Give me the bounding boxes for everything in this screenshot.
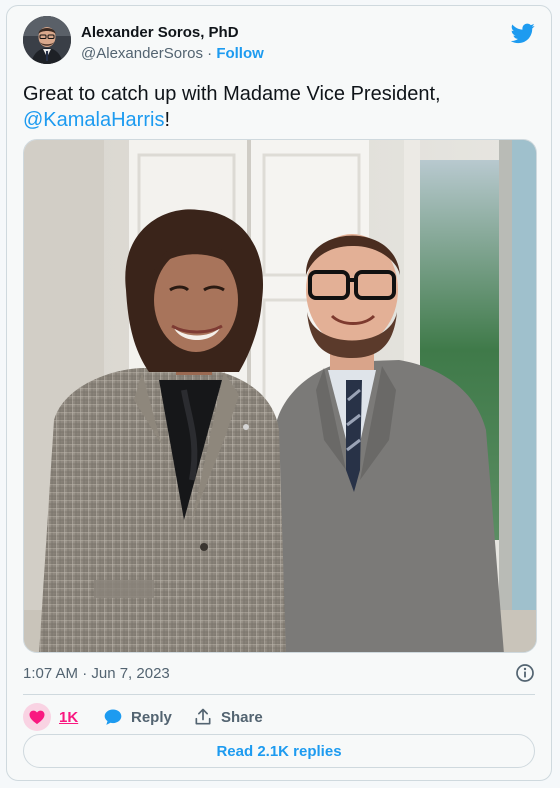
share-icon xyxy=(195,708,211,725)
photo-image xyxy=(24,140,536,652)
reply-button[interactable]: Reply xyxy=(103,703,172,731)
read-replies-button[interactable]: Read 2.1K replies xyxy=(23,734,535,768)
info-icon[interactable] xyxy=(515,663,535,683)
avatar-image xyxy=(23,16,71,64)
like-button[interactable]: 1K xyxy=(23,703,78,731)
share-label: Share xyxy=(221,708,263,726)
reply-label: Reply xyxy=(131,708,172,726)
follow-button[interactable]: Follow xyxy=(216,45,264,62)
tweet-card: Alexander Soros, PhD @AlexanderSoros · F… xyxy=(6,5,552,781)
handle-separator: · xyxy=(202,45,217,62)
tweet-timestamp[interactable]: 1:07 AM · Jun 7, 2023 xyxy=(23,665,170,682)
author-name[interactable]: Alexander Soros, PhD xyxy=(81,24,239,41)
author-handle-line: @AlexanderSoros · Follow xyxy=(81,45,264,62)
mention-link[interactable]: @KamalaHarris xyxy=(23,109,164,131)
author-handle[interactable]: @AlexanderSoros xyxy=(81,45,203,62)
like-count[interactable]: 1K xyxy=(59,709,78,726)
tweet-photo[interactable] xyxy=(23,139,537,653)
tweet-text: Great to catch up with Madame Vice Presi… xyxy=(23,81,533,133)
divider xyxy=(23,694,535,695)
tweet-text-body: Great to catch up with Madame Vice Presi… xyxy=(23,83,441,105)
heart-icon xyxy=(23,703,51,731)
reply-bubble-icon xyxy=(104,709,122,725)
twitter-bird-icon[interactable] xyxy=(511,21,535,45)
avatar[interactable] xyxy=(23,16,71,64)
share-button[interactable]: Share xyxy=(193,703,263,731)
tweet-text-end: ! xyxy=(164,109,171,131)
